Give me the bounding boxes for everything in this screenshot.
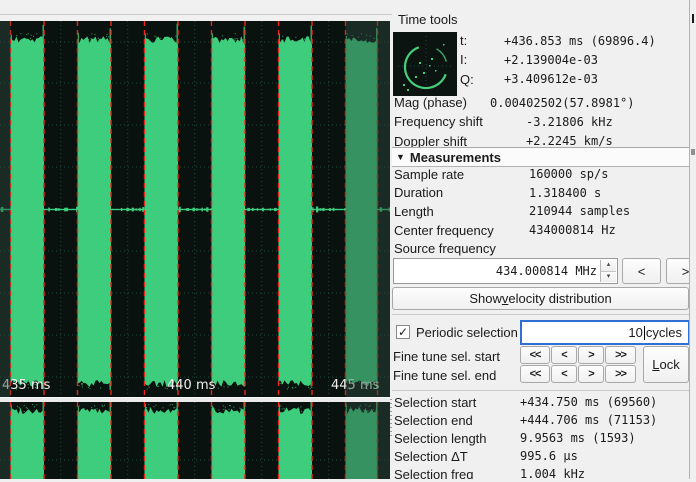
selection-row: Selection freq1.004 kHz [394, 465, 687, 479]
velocity-label-pre: Show [469, 291, 502, 306]
measurement-label: Sample rate [394, 167, 529, 182]
fine-tune-end-back-button[interactable]: < [551, 365, 577, 383]
selection-value: 1.004 kHz [520, 467, 585, 479]
oscillogram-main[interactable]: 435 ms440 ms445 ms [0, 21, 390, 397]
signal-readout-row: Mag (phase)0.00402502(57.8981°) [394, 93, 687, 112]
measurement-row: Sample rate160000 sp/s [394, 165, 687, 184]
cursor-readout-label: I: [458, 52, 504, 67]
selection-value: 9.9563 ms (1593) [520, 431, 636, 445]
selection-row: Selection ΔT995.6 µs [394, 447, 687, 465]
selection-label: Selection start [394, 395, 520, 410]
cursor-readout-row: Q:+3.409612e-03 [458, 70, 686, 89]
measurement-value: 210944 samples [529, 204, 630, 218]
measurement-row: Duration1.318400 s [394, 184, 687, 203]
selection-label: Selection length [394, 431, 520, 446]
measurement-label: Center frequency [394, 223, 529, 238]
cursor-readout-label: t: [458, 33, 504, 48]
cursor-readout-row: t:+436.853 ms (69896.4) [458, 31, 686, 50]
measurements-header-label: Measurements [410, 150, 501, 165]
selection-row: Selection end+444.706 ms (71153) [394, 411, 687, 429]
separator [392, 314, 689, 315]
measurement-row: Center frequency434000814 Hz [394, 221, 687, 240]
lock-label-post: ock [660, 357, 680, 372]
selection-row: Selection length9.9563 ms (1593) [394, 429, 687, 447]
time-tools-panel: Time tools t:+436.853 ms (69896.4)I:+2.1… [392, 0, 689, 479]
selection-label: Selection end [394, 413, 520, 428]
svg-text:440 ms: 440 ms [167, 378, 216, 393]
cycles-value: 10 [628, 325, 642, 340]
frequency-spinbox[interactable]: 434.000814 MHz ▴ ▾ [393, 258, 618, 284]
selection-row: Selection start+434.750 ms (69560) [394, 393, 687, 411]
measurement-row: Source frequency [394, 239, 687, 258]
cursor-readout-row: I:+2.139004e-03 [458, 50, 686, 69]
selection-value: 995.6 µs [520, 449, 578, 463]
step-forward-button[interactable]: > [666, 258, 689, 284]
lock-button[interactable]: Lock [643, 346, 689, 383]
fine-tune-start-big-back-button[interactable]: << [520, 346, 550, 364]
spinbox-arrows[interactable]: ▴ ▾ [600, 260, 616, 282]
spin-down-icon[interactable]: ▾ [600, 271, 616, 283]
cursor-readout-value: +436.853 ms (69896.4) [504, 34, 656, 48]
selection-value: +434.750 ms (69560) [520, 395, 657, 409]
measurement-row: Length210944 samples [394, 202, 687, 221]
phase-scope-icon [393, 32, 457, 96]
measurement-label: Source frequency [394, 241, 529, 256]
cursor-readout-label: Q: [458, 72, 504, 87]
selection-value: +444.706 ms (71153) [520, 413, 657, 427]
fine-tune-start-forward-button[interactable]: > [578, 346, 604, 364]
cycles-input[interactable]: 10 cycles [520, 320, 689, 345]
measurement-value: 160000 sp/s [529, 167, 608, 181]
periodic-selection-label: Periodic selection [416, 325, 518, 340]
panel-title: Time tools [398, 12, 457, 27]
fine-tune-start-label: Fine tune sel. start [393, 349, 500, 364]
lock-label-accel: L [652, 357, 659, 372]
signal-readout-row: Frequency shift-3.21806 kHz [394, 112, 687, 131]
cursor-readout-rows: t:+436.853 ms (69896.4)I:+2.139004e-03Q:… [458, 31, 686, 89]
signal-readout-label: Frequency shift [394, 114, 526, 129]
clipped-text-fragment [692, 14, 694, 23]
fine-tune-end-label: Fine tune sel. end [393, 368, 496, 383]
fine-tune-start-big-forward-button[interactable]: >> [605, 346, 636, 364]
measurement-rows: Sample rate160000 sp/sDuration1.318400 s… [394, 165, 687, 258]
clipped-marker [691, 149, 695, 155]
measurement-label: Duration [394, 185, 529, 200]
step-back-button[interactable]: < [622, 258, 661, 284]
velocity-label-post: elocity distribution [508, 291, 611, 306]
signal-readout-value: 0.00402502(57.8981°) [490, 96, 635, 110]
fine-tune-end-forward-button[interactable]: > [578, 365, 604, 383]
text-caret [644, 326, 645, 340]
fine-tune-start-back-button[interactable]: < [551, 346, 577, 364]
oscillogram-strip[interactable] [0, 402, 390, 479]
frequency-spinbox-value: 434.000814 MHz [496, 264, 597, 278]
show-velocity-distribution-button[interactable]: Show velocity distribution [392, 287, 689, 310]
cursor-readout-value: +3.409612e-03 [504, 72, 598, 86]
spin-up-icon[interactable]: ▴ [600, 260, 616, 271]
fine-tune-end-big-back-button[interactable]: << [520, 365, 550, 383]
collapse-triangle-icon: ▼ [396, 152, 405, 162]
cursor-readout-value: +2.139004e-03 [504, 53, 598, 67]
signal-readout-value: -3.21806 kHz [526, 115, 613, 129]
selection-label: Selection freq [394, 467, 520, 480]
selection-rows: Selection start+434.750 ms (69560)Select… [394, 393, 687, 479]
measurement-value: 1.318400 s [529, 186, 601, 200]
fine-tune-end-big-forward-button[interactable]: >> [605, 365, 636, 383]
signal-readout-label: Mag (phase) [394, 95, 490, 110]
measurement-label: Length [394, 204, 529, 219]
measurements-section-header[interactable]: ▼ Measurements [392, 147, 689, 167]
selection-label: Selection ΔT [394, 449, 520, 464]
measurement-value: 434000814 Hz [529, 223, 616, 237]
separator [392, 390, 689, 391]
periodic-selection-checkbox[interactable]: ✓ [396, 325, 410, 339]
signal-readout-rows: Mag (phase)0.00402502(57.8981°)Frequency… [394, 93, 687, 151]
cycles-suffix: cycles [646, 325, 682, 340]
clipped-right-edge [689, 0, 696, 479]
